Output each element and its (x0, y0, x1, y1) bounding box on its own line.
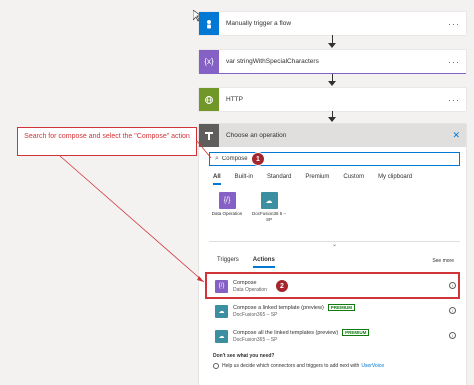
trigger-action-tabs: Triggers Actions (217, 257, 289, 268)
annotation-callout: Search for compose and select the "Compo… (17, 127, 197, 156)
action-compose[interactable]: {/} Compose Data Operation i (209, 274, 460, 298)
search-field[interactable]: ⌕ (209, 152, 460, 166)
search-icon: ⌕ (215, 155, 219, 162)
step-title: var stringWithSpecialCharacters (226, 58, 319, 65)
operation-title: Choose an operation (226, 132, 287, 139)
action-compose-all-linked-templates[interactable]: ☁ Compose all the linked templates (prev… (209, 324, 460, 348)
expand-chevron-icon[interactable]: ⌄ (209, 241, 460, 249)
more-options-button[interactable]: ··· (448, 57, 466, 67)
info-icon[interactable]: i (449, 307, 456, 314)
step-badge-two: 2 (275, 279, 289, 293)
tab-premium[interactable]: Premium (305, 174, 329, 185)
tab-all[interactable]: All (213, 174, 221, 185)
help-section: Don't see what you need? Help us decide … (213, 353, 384, 369)
variable-icon: {x} (199, 50, 219, 73)
help-question: Don't see what you need? (213, 353, 275, 359)
action-title: Compose a linked template (preview) (233, 304, 324, 311)
action-connector: DocFusion365 – SP (233, 337, 278, 343)
step-title: Manually trigger a flow (226, 20, 292, 27)
action-compose-linked-template[interactable]: ☁ Compose a linked template (preview) PRE… (209, 299, 460, 323)
connector-list: {/} Data Operation ☁ DocFusion36 5 – SP (209, 192, 287, 222)
docfusion-cloud-icon: ☁ (260, 192, 278, 209)
step-http[interactable]: HTTP ··· (199, 88, 466, 111)
step-variable[interactable]: {x} var stringWithSpecialCharacters ··· (199, 50, 466, 73)
smiley-icon (213, 363, 219, 369)
close-icon[interactable]: ✕ (452, 130, 466, 141)
step-badge-one: 1 (251, 152, 265, 166)
see-more-link[interactable]: See more (432, 258, 454, 264)
choose-operation-panel: Choose an operation ✕ ⌕ All Built-in Sta… (199, 124, 466, 385)
uservoice-link[interactable]: UserVoice (361, 363, 384, 369)
connector-docfusion[interactable]: ☁ DocFusion36 5 – SP (251, 192, 287, 222)
data-operation-icon: {/} (218, 192, 236, 209)
premium-badge: PREMIUM (342, 329, 370, 336)
tab-standard[interactable]: Standard (267, 174, 291, 185)
connector-label: Data Operation (211, 211, 243, 216)
tab-custom[interactable]: Custom (343, 174, 364, 185)
globe-icon (199, 88, 219, 111)
connector-label: DocFusion36 5 – SP (251, 211, 287, 222)
category-tabs: All Built-in Standard Premium Custom My … (213, 174, 426, 185)
arrow-down-icon (328, 81, 336, 86)
arrow-down-icon (328, 117, 336, 122)
flow-designer-canvas: Manually trigger a flow ··· {x} var stri… (0, 0, 474, 385)
action-connector: DocFusion365 – SP (233, 312, 278, 318)
tab-triggers[interactable]: Triggers (217, 257, 239, 268)
step-manual-trigger[interactable]: Manually trigger a flow ··· (199, 12, 466, 35)
data-operation-icon: {/} (215, 279, 228, 293)
arrow-down-icon (328, 43, 336, 48)
step-title: HTTP (226, 96, 243, 103)
help-description: Help us decide which connectors and trig… (222, 363, 360, 369)
person-hand-icon (199, 12, 219, 35)
docfusion-cloud-icon: ☁ (215, 304, 228, 318)
tab-actions[interactable]: Actions (252, 257, 275, 268)
tab-built-in[interactable]: Built-in (235, 174, 253, 185)
info-icon[interactable]: i (449, 282, 456, 289)
action-connector: Data Operation (233, 286, 267, 293)
action-list: {/} Compose Data Operation i ☁ Compose a… (209, 274, 460, 349)
action-title: Compose (233, 279, 257, 286)
more-options-button[interactable]: ··· (448, 19, 466, 29)
action-title: Compose all the linked templates (previe… (233, 329, 339, 336)
premium-badge: PREMIUM (327, 304, 356, 311)
tab-my-clipboard[interactable]: My clipboard (378, 174, 412, 185)
info-icon[interactable]: i (449, 332, 456, 339)
connector-data-operation[interactable]: {/} Data Operation (209, 192, 245, 222)
docfusion-cloud-icon: ☁ (215, 329, 228, 343)
operation-header: Choose an operation ✕ (199, 124, 466, 147)
more-options-button[interactable]: ··· (448, 95, 466, 105)
operation-icon (199, 124, 219, 147)
